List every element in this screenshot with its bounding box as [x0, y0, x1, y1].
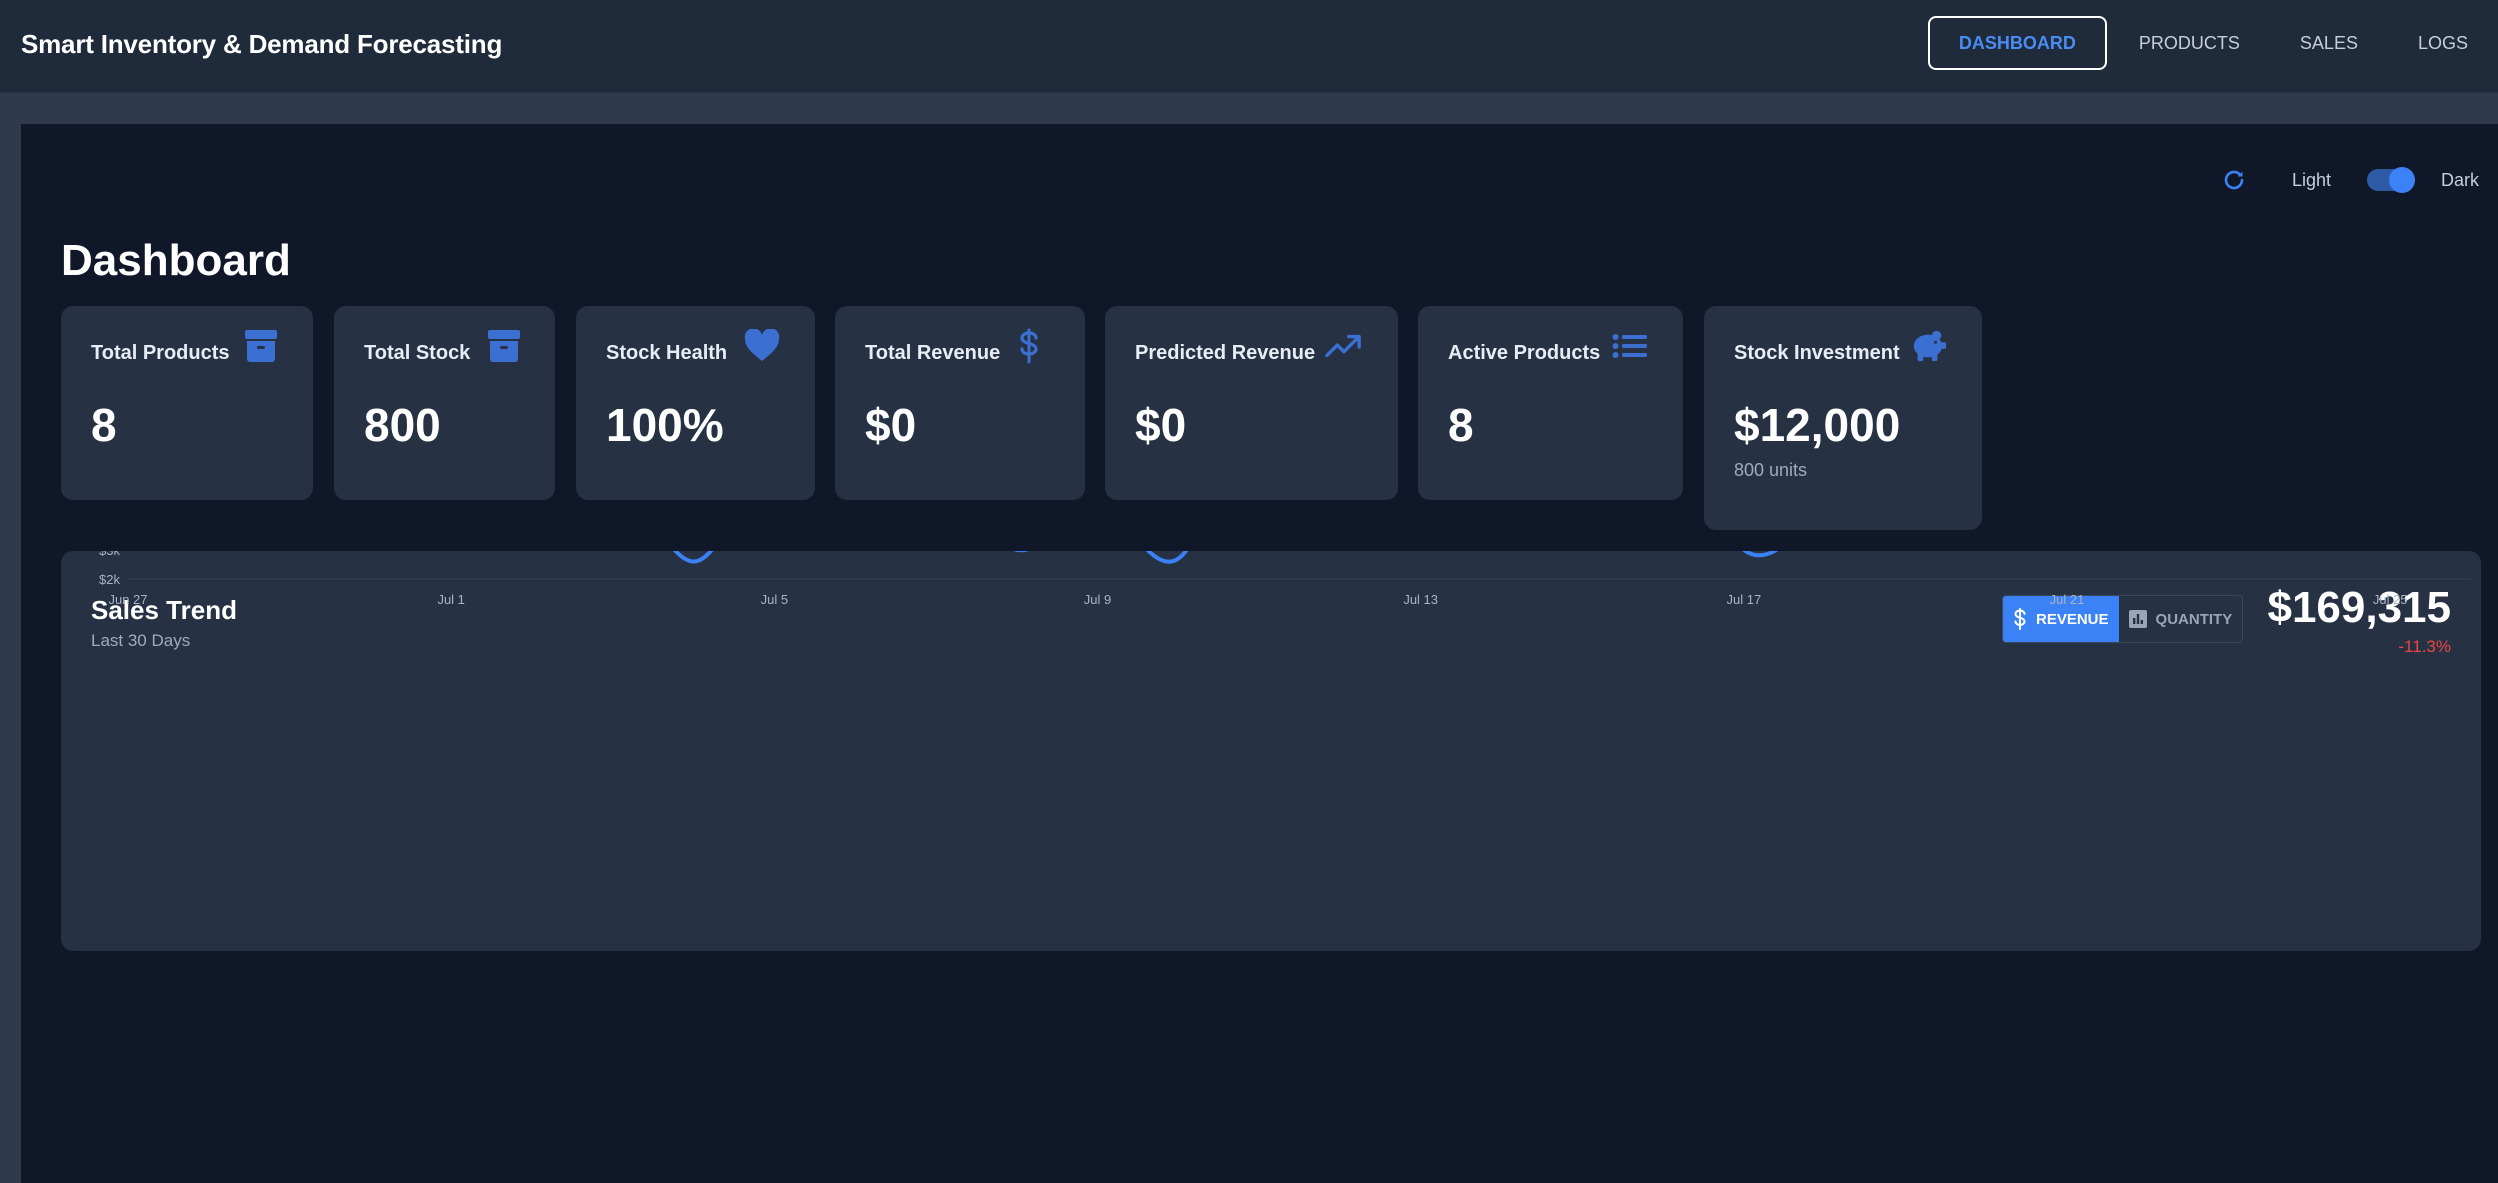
- card-active-products: Active Products 8: [1418, 306, 1683, 500]
- x-tick-label: Jul 25: [2373, 592, 2408, 607]
- heart-icon: [744, 328, 780, 364]
- theme-toggle-knob: [2388, 167, 2415, 193]
- data-point[interactable]: [1738, 551, 1750, 556]
- dollar-icon: [1011, 328, 1047, 364]
- main-nav: DASHBOARD PRODUCTS SALES LOGS: [1927, 16, 2498, 70]
- dark-mode-label: Dark: [2440, 169, 2479, 190]
- card-value: 8: [1448, 399, 1474, 451]
- app-title: Smart Inventory & Demand Forecasting: [21, 29, 503, 59]
- x-tick-label: Jun 27: [108, 592, 147, 607]
- card-total-stock: Total Stock 800: [334, 306, 555, 500]
- card-stock-health: Stock Health 100%: [576, 306, 815, 500]
- archive-icon: [243, 328, 279, 364]
- card-label: Stock Investment: [1734, 342, 1900, 364]
- x-tick-label: Jul 9: [1084, 592, 1111, 607]
- list-icon: [1612, 328, 1648, 364]
- x-tick-label: Jul 17: [1727, 592, 1762, 607]
- archive-icon: [486, 328, 522, 364]
- x-tick-label: Jul 13: [1403, 592, 1438, 607]
- light-mode-label: Light: [2291, 169, 2331, 190]
- card-stock-investment: Stock Investment $12,000 800 units: [1704, 306, 1982, 530]
- card-label: Active Products: [1448, 342, 1601, 364]
- data-point[interactable]: [1011, 551, 1023, 556]
- data-point[interactable]: [1172, 553, 1184, 565]
- main-content: Light Dark Dashboard Total Products 8 To…: [21, 124, 2498, 1183]
- card-value: $0: [865, 399, 917, 451]
- display-controls: Light Dark: [2221, 164, 2479, 196]
- x-tick-label: Jul 1: [437, 592, 464, 607]
- card-label: Stock Health: [606, 342, 728, 364]
- card-predicted-revenue: Predicted Revenue $0: [1105, 306, 1398, 500]
- top-navbar: Smart Inventory & Demand Forecasting DAS…: [0, 0, 2498, 93]
- card-value: 8: [91, 399, 117, 451]
- piggy-bank-icon: [1910, 328, 1946, 364]
- card-label: Total Revenue: [865, 342, 1001, 364]
- card-label: Total Stock: [364, 342, 471, 364]
- x-tick-label: Jul 21: [2050, 592, 2085, 607]
- sales-trend-panel: Sales Trend Last 30 Days REVENUE QUANTIT…: [61, 551, 2481, 951]
- card-total-products: Total Products 8: [61, 306, 313, 500]
- data-point[interactable]: [688, 556, 700, 568]
- card-value: 100%: [606, 399, 724, 451]
- x-tick-label: Jul 5: [761, 592, 788, 607]
- card-value: 800: [364, 399, 441, 451]
- nav-dashboard[interactable]: DASHBOARD: [1927, 16, 2107, 70]
- nav-sales[interactable]: SALES: [2270, 16, 2388, 70]
- refresh-icon[interactable]: [2221, 167, 2247, 193]
- page-title: Dashboard: [61, 236, 291, 285]
- card-value: $0: [1135, 399, 1187, 451]
- y-tick-label: $2k: [99, 572, 120, 587]
- nav-logs[interactable]: LOGS: [2388, 16, 2498, 70]
- card-label: Total Products: [91, 342, 230, 364]
- y-tick-label: $3k: [99, 551, 120, 558]
- card-label: Predicted Revenue: [1135, 342, 1316, 364]
- card-subtext: 800 units: [1734, 460, 1808, 480]
- nav-products[interactable]: PRODUCTS: [2109, 16, 2270, 70]
- card-total-revenue: Total Revenue $0: [835, 306, 1085, 500]
- sales-trend-chart: $2k$3k$4k$5k$6k$7k$8k$9kJun 27Jul 1Jul 5…: [99, 551, 2471, 607]
- series-line-revenue: [673, 551, 1779, 564]
- trending-up-icon: [1325, 328, 1361, 364]
- card-value: $12,000: [1734, 399, 1901, 451]
- theme-toggle[interactable]: [2366, 167, 2415, 193]
